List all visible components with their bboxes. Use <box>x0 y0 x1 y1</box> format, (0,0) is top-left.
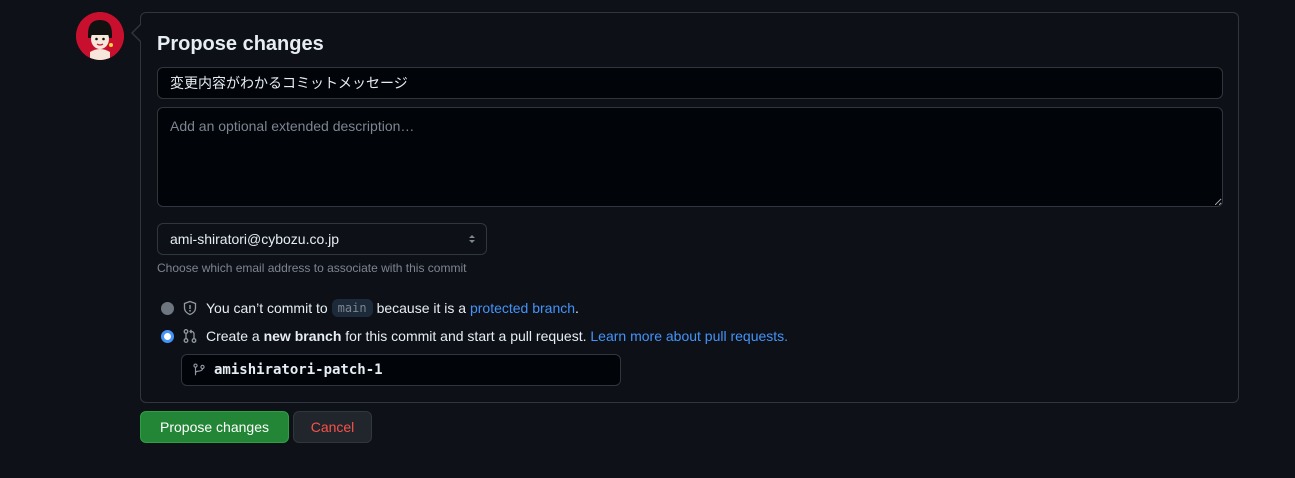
user-portrait-icon <box>76 12 124 60</box>
branch-name-input[interactable]: amishiratori-patch-1 <box>181 354 621 386</box>
learn-more-pull-requests-link[interactable]: Learn more about pull requests. <box>590 328 788 344</box>
branch-icon <box>193 363 205 376</box>
direct-text-before: You can’t commit to <box>206 300 328 316</box>
pull-request-icon <box>183 329 197 343</box>
commit-email-value: ami-shiratori@cybozu.co.jp <box>170 231 340 247</box>
protected-branch-name: main <box>331 299 373 317</box>
new-branch-radio[interactable] <box>161 329 174 343</box>
protected-branch-link[interactable]: protected branch <box>470 300 575 316</box>
avatar[interactable] <box>76 12 124 60</box>
direct-period: . <box>575 300 579 316</box>
email-hint: Choose which email address to associate … <box>157 261 467 275</box>
panel-title: Propose changes <box>157 33 324 55</box>
panel-pointer-fill <box>133 25 141 41</box>
new-branch-text-after: for this commit and start a pull request… <box>345 328 587 344</box>
commit-description-input[interactable] <box>157 107 1223 207</box>
new-branch-option: Create a new branch for this commit and … <box>161 328 788 344</box>
commit-direct-option: You can’t commit to main because it is a… <box>161 299 579 317</box>
direct-text-after: because it is a <box>376 300 467 316</box>
new-branch-bold: new branch <box>263 328 342 344</box>
commit-direct-radio[interactable] <box>161 301 174 315</box>
propose-changes-panel: Propose changes ami-shiratori@cybozu.co.… <box>140 12 1239 403</box>
commit-email-select[interactable]: ami-shiratori@cybozu.co.jp <box>157 223 487 255</box>
select-caret-icon <box>469 235 475 243</box>
branch-name-value: amishiratori-patch-1 <box>214 362 383 378</box>
propose-changes-button[interactable]: Propose changes <box>140 411 289 443</box>
cancel-button[interactable]: Cancel <box>293 411 372 443</box>
shield-icon <box>183 300 197 316</box>
commit-summary-input[interactable] <box>157 67 1223 99</box>
new-branch-text-before: Create a <box>206 328 260 344</box>
